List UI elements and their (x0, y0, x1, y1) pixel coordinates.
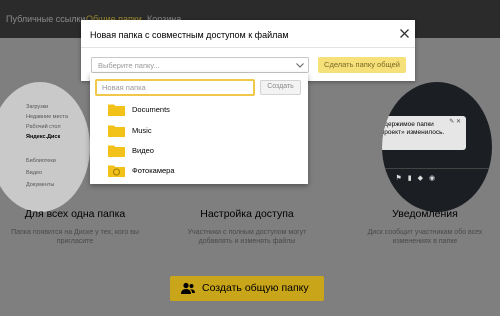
folder-icon (108, 104, 125, 116)
folder-item-documents[interactable]: Documents (108, 102, 288, 118)
folder-select[interactable]: Выберите папку... (91, 57, 309, 73)
create-shared-folder-label: Создать общую папку (202, 282, 309, 294)
dialog-divider (81, 47, 415, 48)
make-folder-shared-button[interactable]: Сделать папку общей (318, 57, 406, 73)
create-folder-label: Создать (267, 83, 294, 90)
camera-folder-icon (108, 165, 125, 177)
feature-description: Участники с полным доступом могут добавл… (187, 229, 307, 246)
explorer-illustration: Загрузки Недавние места Рабочий стол Янд… (0, 82, 90, 212)
feature-access-settings: Настройка доступа Участники с полным дос… (172, 208, 322, 247)
tab-public-links[interactable]: Публичные ссылки (6, 14, 85, 24)
feature-description: Папка появится на Диске у тех, кого вы п… (11, 229, 139, 246)
system-tray-icons: ▴⚑▮◆◉ (386, 175, 442, 182)
folder-item-label: Music (132, 126, 152, 135)
folder-dropdown: Новая папка Создать Documents Music Виде… (90, 73, 308, 184)
folder-select-placeholder: Выберите папку... (98, 61, 160, 70)
folder-item-camera[interactable]: Фотокамера (108, 163, 288, 179)
make-folder-shared-label: Сделать папку общей (324, 60, 400, 69)
chevron-down-icon (296, 63, 304, 68)
folder-item-video[interactable]: Видео (108, 143, 288, 159)
new-shared-folder-dialog: Новая папка с совместным доступом к файл… (81, 20, 415, 81)
new-folder-input[interactable]: Новая папка (95, 79, 255, 96)
illustration-list-item: Загрузки (26, 104, 49, 110)
illustration-list-item: Видео (26, 170, 43, 176)
create-folder-button[interactable]: Создать (260, 80, 301, 95)
feature-title: Для всех одна папка (24, 208, 126, 220)
pin-close-icon: ✎ ✕ (449, 119, 461, 125)
folder-item-label: Видео (132, 146, 154, 155)
feature-notifications: Уведомления Диск сообщит участникам обо … (350, 208, 500, 247)
close-icon[interactable] (399, 28, 410, 39)
feature-description: Диск сообщит участникам обо всех изменен… (367, 229, 483, 246)
folder-icon (108, 145, 125, 157)
users-icon (181, 282, 195, 294)
illustration-list-item: Документы (26, 182, 55, 188)
notification-bubble: ✎ ✕ Содержимое папки «Проект» изменилось… (382, 116, 466, 150)
notification-text: Содержимое папки «Проект» изменилось. (382, 121, 445, 137)
feature-shared-folder: Для всех одна папка Папка появится на Ди… (0, 208, 150, 247)
notification-illustration: ✎ ✕ Содержимое папки «Проект» изменилось… (382, 82, 492, 212)
feature-title: Настройка доступа (200, 208, 294, 220)
illustration-list-item: Рабочий стол (26, 124, 61, 130)
create-shared-folder-button[interactable]: Создать общую папку (170, 276, 324, 301)
folder-item-music[interactable]: Music (108, 123, 288, 139)
illustration-list-item: Яндекс.Диск (26, 134, 61, 140)
new-folder-placeholder: Новая папка (102, 83, 146, 92)
folder-icon (108, 125, 125, 137)
illustration-list-item: Библиотеки (26, 158, 56, 164)
feature-title: Уведомления (392, 208, 458, 220)
folder-item-label: Фотокамера (132, 166, 175, 175)
illustration-list-item: Недавние места (26, 114, 68, 120)
dialog-title: Новая папка с совместным доступом к файл… (90, 30, 289, 40)
folder-item-label: Documents (132, 105, 170, 114)
taskbar-divider (382, 168, 492, 169)
